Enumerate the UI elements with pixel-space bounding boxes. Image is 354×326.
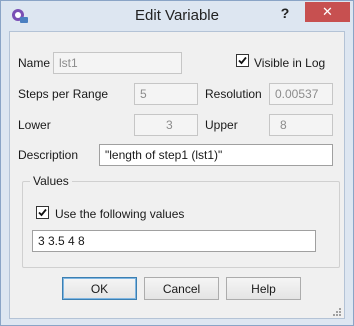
name-field[interactable]: lst1 [53, 52, 182, 74]
description-field[interactable]: "length of step1 (lst1)" [99, 144, 333, 166]
resolution-label: Resolution [205, 87, 262, 101]
values-group-title: Values [30, 174, 72, 188]
edit-variable-dialog: Edit Variable ? ✕ Name lst1 Visible in L… [0, 0, 354, 326]
window-title: Edit Variable [135, 7, 219, 24]
steps-per-range-field[interactable]: 5 [134, 83, 198, 105]
upper-field[interactable]: 8 [269, 114, 333, 136]
close-button[interactable]: ✕ [305, 2, 350, 22]
cancel-button[interactable]: Cancel [144, 277, 219, 300]
name-label: Name [18, 56, 51, 70]
checkmark-icon [38, 208, 47, 217]
help-button[interactable]: Help [226, 277, 301, 300]
ok-button[interactable]: OK [62, 277, 137, 300]
dialog-body: Name lst1 Visible in Log Steps per Range… [9, 31, 345, 319]
visible-in-log-checkbox[interactable] [236, 54, 249, 67]
use-following-values-label: Use the following values [55, 207, 185, 221]
resize-grip-icon[interactable] [331, 305, 341, 316]
lower-field[interactable]: 3 [134, 114, 198, 136]
visible-in-log-label: Visible in Log [254, 56, 326, 70]
steps-per-range-label: Steps per Range [18, 87, 109, 101]
checkmark-icon [238, 56, 247, 65]
help-context-button[interactable]: ? [277, 5, 293, 23]
lower-label: Lower [18, 118, 51, 132]
use-following-values-checkbox[interactable] [36, 206, 49, 219]
values-group [22, 181, 340, 268]
values-input[interactable]: 3 3.5 4 8 [32, 230, 316, 252]
title-bar[interactable]: Edit Variable ? ✕ [1, 1, 353, 31]
description-label: Description [18, 148, 79, 162]
upper-label: Upper [205, 118, 238, 132]
close-icon: ✕ [322, 4, 333, 19]
resolution-field[interactable]: 0.00537 [269, 83, 333, 105]
